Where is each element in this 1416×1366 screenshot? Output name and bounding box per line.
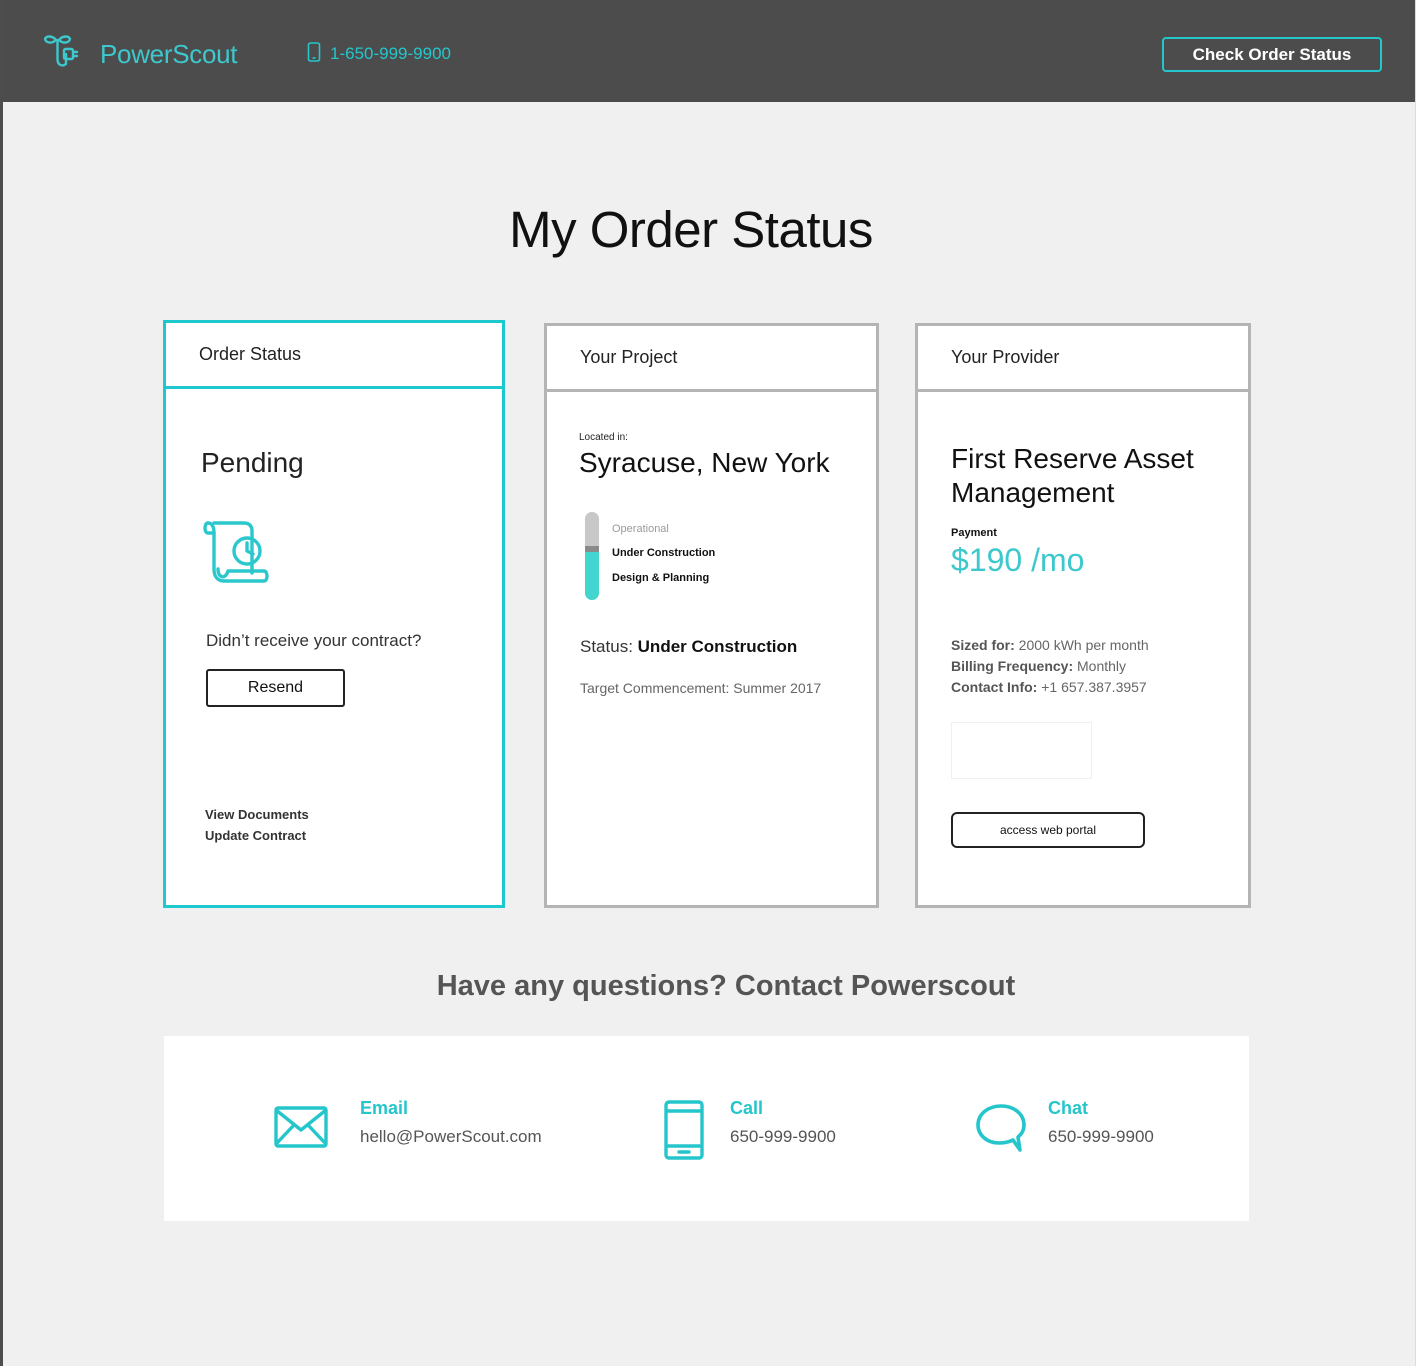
stage-under-construction: Under Construction — [612, 547, 716, 559]
page-title: My Order Status — [509, 201, 873, 258]
order-status-card-body: Pending Didn’t receive your contract? Re… — [166, 389, 502, 905]
contact-email-item[interactable]: Email hello@PowerScout.com — [164, 1036, 564, 1221]
project-status-line: Status: Under Construction — [580, 637, 797, 657]
powerscout-plug-icon — [42, 32, 90, 77]
project-stage-progress-fill — [585, 552, 599, 600]
chat-bubble-icon — [975, 1102, 1027, 1159]
provider-card-title: Your Provider — [918, 326, 1248, 392]
contact-section-title: Have any questions? Contact Powerscout — [436, 970, 1016, 1002]
contact-call-label: Call — [730, 1098, 764, 1118]
project-status-value: Under Construction — [637, 637, 798, 656]
stage-operational: Operational — [612, 523, 669, 535]
top-navigation-bar: PowerScout 1-650-999-9900 Check Order St… — [0, 0, 1416, 102]
mobile-phone-icon — [663, 1100, 705, 1165]
project-stage-progress-marker — [585, 546, 599, 552]
update-contract-link[interactable]: Update Contract — [205, 828, 306, 843]
contact-call-value: 650-999-9900 — [730, 1127, 836, 1146]
provider-card: Your Provider First Reserve Asset Manage… — [915, 323, 1251, 908]
provider-logo-placeholder — [951, 722, 1092, 779]
contract-question-text: Didn’t receive your contract? — [206, 631, 422, 650]
envelope-icon — [274, 1106, 328, 1153]
order-status-card-title: Order Status — [166, 323, 502, 389]
resend-contract-button[interactable]: Resend — [206, 669, 345, 707]
contact-chat-value: 650-999-9900 — [1048, 1127, 1154, 1146]
order-status-card: Order Status Pending Didn’t receive your… — [163, 320, 505, 908]
contact-info-label: Contact Info: — [951, 679, 1038, 695]
provider-name: First Reserve Asset Management — [951, 443, 1194, 508]
check-order-status-button[interactable]: Check Order Status — [1162, 37, 1382, 72]
project-card-title: Your Project — [547, 326, 876, 392]
sized-for-value: 2000 kWh per month — [1018, 637, 1149, 653]
contact-info-row: Contact Info: +1 657.387.3957 — [951, 677, 1149, 698]
header-phone-number: 1-650-999-9900 — [330, 44, 451, 63]
access-web-portal-button[interactable]: access web portal — [951, 812, 1145, 848]
order-status-value: Pending — [201, 447, 304, 478]
sized-for-row: Sized for: 2000 kWh per month — [951, 635, 1149, 656]
view-documents-link[interactable]: View Documents — [205, 807, 309, 822]
provider-card-body: First Reserve Asset Management Payment $… — [918, 392, 1248, 905]
header-phone-link[interactable]: 1-650-999-9900 — [307, 41, 451, 67]
contact-info-value: +1 657.387.3957 — [1041, 679, 1147, 695]
stage-design-planning: Design & Planning — [612, 572, 710, 584]
contact-call-item[interactable]: Call 650-999-9900 — [564, 1036, 894, 1221]
provider-details: Sized for: 2000 kWh per month Billing Fr… — [951, 635, 1149, 698]
project-card-body: Located in: Syracuse, New York Operation… — [547, 392, 876, 905]
project-location: Syracuse, New York — [579, 447, 830, 478]
payment-amount: $190 /mo — [951, 542, 1085, 578]
contact-chat-label: Chat — [1048, 1098, 1088, 1118]
contact-chat-item[interactable]: Chat 650-999-9900 — [894, 1036, 1249, 1221]
project-card: Your Project Located in: Syracuse, New Y… — [544, 323, 879, 908]
project-status-label: Status: — [580, 637, 633, 656]
contact-email-value: hello@PowerScout.com — [360, 1127, 542, 1146]
billing-frequency-value: Monthly — [1077, 658, 1127, 674]
brand-name: PowerScout — [100, 38, 238, 69]
contact-panel: Email hello@PowerScout.com Call 650-999-… — [164, 1036, 1249, 1221]
contact-email-label: Email — [360, 1098, 409, 1118]
brand-logo-link[interactable]: PowerScout — [42, 34, 237, 74]
project-stage-progress-bar — [585, 512, 599, 600]
mobile-phone-icon — [307, 41, 321, 67]
located-in-label: Located in: — [579, 432, 628, 443]
target-commencement: Target Commencement: Summer 2017 — [580, 680, 822, 696]
sized-for-label: Sized for: — [951, 637, 1015, 653]
contract-clock-icon — [202, 519, 272, 590]
billing-frequency-label: Billing Frequency: — [951, 658, 1074, 674]
billing-frequency-row: Billing Frequency: Monthly — [951, 656, 1149, 677]
payment-label: Payment — [951, 527, 997, 539]
